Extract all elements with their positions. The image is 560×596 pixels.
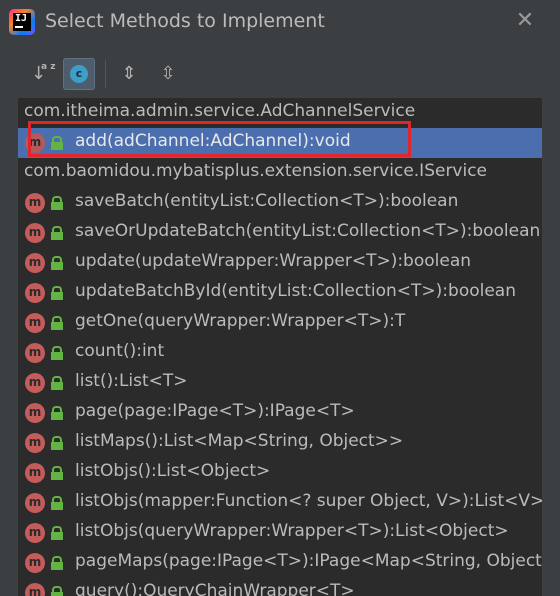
tree-group-row[interactable]: com.itheima.admin.service.AdChannelServi… bbox=[18, 98, 542, 128]
public-lock-icon bbox=[51, 436, 65, 450]
method-row[interactable]: m saveOrUpdateBatch(entityList:Collection… bbox=[18, 218, 542, 248]
method-label: getOne(queryWrapper:Wrapper<T>):T bbox=[75, 311, 406, 331]
method-icon: m bbox=[25, 253, 45, 273]
public-lock-icon bbox=[51, 496, 65, 510]
method-row[interactable]: m page(page:IPage<T>):IPage<T> bbox=[18, 398, 542, 428]
method-label: query():QueryChainWrapper<T> bbox=[75, 581, 355, 596]
method-icon: m bbox=[25, 583, 45, 596]
method-row[interactable]: m list():List<T> bbox=[18, 368, 542, 398]
method-label: updateBatchById(entityList:Collection<T>… bbox=[75, 281, 517, 301]
method-label: update(updateWrapper:Wrapper<T>):boolean bbox=[75, 251, 472, 271]
methods-tree[interactable]: com.itheima.admin.service.AdChannelServi… bbox=[18, 98, 542, 596]
public-lock-icon bbox=[51, 586, 65, 596]
intellij-logo-icon: IJ bbox=[9, 9, 35, 35]
method-row[interactable]: m listMaps():List<Map<String, Object>> bbox=[18, 428, 542, 458]
method-icon: m bbox=[25, 553, 45, 573]
method-label: saveBatch(entityList:Collection<T>):bool… bbox=[75, 191, 459, 211]
public-lock-icon bbox=[51, 526, 65, 540]
method-label: saveOrUpdateBatch(entityList:Collection<… bbox=[75, 221, 541, 241]
title-bar: IJ Select Methods to Implement ✕ bbox=[0, 0, 560, 44]
method-label: count():int bbox=[75, 341, 165, 361]
method-row[interactable]: m updateBatchById(entityList:Collection<T… bbox=[18, 278, 542, 308]
method-icon: m bbox=[25, 403, 45, 423]
method-icon: m bbox=[25, 223, 45, 243]
public-lock-icon bbox=[51, 226, 65, 240]
method-label: listObjs():List<Object> bbox=[75, 461, 271, 481]
toolbar: ↓ a z c ⇕ ⇳ bbox=[0, 56, 560, 94]
group-label: com.baomidou.mybatisplus.extension.servi… bbox=[24, 161, 488, 181]
method-label: listObjs(queryWrapper:Wrapper<T>):List<O… bbox=[75, 521, 509, 541]
method-label: pageMaps(page:IPage<T>):IPage<Map<String… bbox=[75, 551, 542, 571]
method-icon: m bbox=[25, 133, 45, 153]
collapse-all-icon: ⇳ bbox=[160, 63, 176, 84]
sort-alphabetically-button[interactable]: ↓ a z bbox=[24, 58, 56, 90]
public-lock-icon bbox=[51, 256, 65, 270]
public-lock-icon bbox=[51, 316, 65, 330]
expand-all-icon: ⇕ bbox=[121, 63, 137, 84]
tree-group-row[interactable]: com.baomidou.mybatisplus.extension.servi… bbox=[18, 158, 542, 188]
method-row[interactable]: m listObjs():List<Object> bbox=[18, 458, 542, 488]
method-row[interactable]: m listObjs(mapper:Function<? super Object… bbox=[18, 488, 542, 518]
method-row[interactable]: m listObjs(queryWrapper:Wrapper<T>):List<… bbox=[18, 518, 542, 548]
group-label: com.itheima.admin.service.AdChannelServi… bbox=[24, 101, 416, 121]
method-row[interactable]: m query():QueryChainWrapper<T> bbox=[18, 578, 542, 596]
method-label: listObjs(mapper:Function<? super Object,… bbox=[75, 491, 542, 511]
sort-az-icon: a z bbox=[41, 62, 56, 72]
public-lock-icon bbox=[51, 466, 65, 480]
method-icon: m bbox=[25, 343, 45, 363]
public-lock-icon bbox=[51, 136, 65, 150]
method-row[interactable]: m getOne(queryWrapper:Wrapper<T>):T bbox=[18, 308, 542, 338]
public-lock-icon bbox=[51, 406, 65, 420]
method-icon: m bbox=[25, 283, 45, 303]
method-icon: m bbox=[25, 463, 45, 483]
public-lock-icon bbox=[51, 556, 65, 570]
collapse-all-button[interactable]: ⇳ bbox=[152, 58, 184, 90]
show-classes-toggle[interactable]: c bbox=[63, 58, 95, 90]
method-icon: m bbox=[25, 523, 45, 543]
class-icon: c bbox=[70, 65, 88, 83]
method-icon: m bbox=[25, 433, 45, 453]
method-icon: m bbox=[25, 493, 45, 513]
close-icon[interactable]: ✕ bbox=[512, 8, 538, 34]
method-icon: m bbox=[25, 313, 45, 333]
method-label: listMaps():List<Map<String, Object>> bbox=[75, 431, 404, 451]
public-lock-icon bbox=[51, 346, 65, 360]
public-lock-icon bbox=[51, 196, 65, 210]
method-label: add(adChannel:AdChannel):void bbox=[75, 131, 351, 151]
method-row[interactable]: m update(updateWrapper:Wrapper<T>):boolea… bbox=[18, 248, 542, 278]
method-row[interactable]: m add(adChannel:AdChannel):void bbox=[18, 128, 542, 158]
method-icon: m bbox=[25, 193, 45, 213]
public-lock-icon bbox=[51, 286, 65, 300]
method-label: page(page:IPage<T>):IPage<T> bbox=[75, 401, 355, 421]
method-icon: m bbox=[25, 373, 45, 393]
expand-all-button[interactable]: ⇕ bbox=[113, 58, 145, 90]
dialog-title: Select Methods to Implement bbox=[45, 10, 325, 32]
method-row[interactable]: m count():int bbox=[18, 338, 542, 368]
method-row[interactable]: m saveBatch(entityList:Collection<T>):boo… bbox=[18, 188, 542, 218]
method-row[interactable]: m pageMaps(page:IPage<T>):IPage<Map<Strin… bbox=[18, 548, 542, 578]
method-label: list():List<T> bbox=[75, 371, 188, 391]
public-lock-icon bbox=[51, 376, 65, 390]
toolbar-separator bbox=[105, 60, 106, 88]
